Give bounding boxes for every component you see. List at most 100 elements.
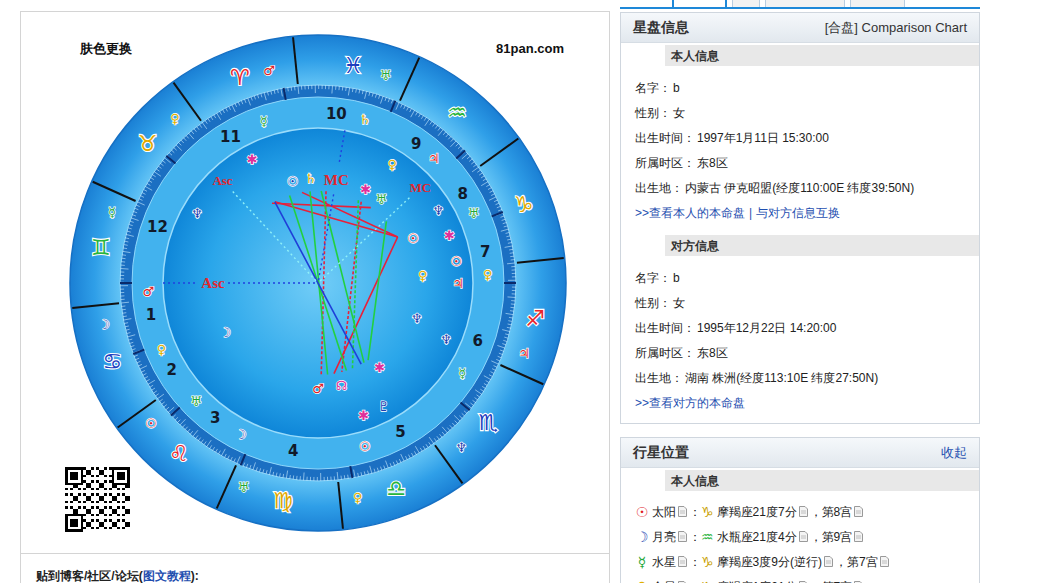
info-rows: 名字：b性别：女出生时间：1997年1月11日 15:30:00所属时区：东8区… <box>621 75 979 225</box>
box-header: 星盘信息[合盘] Comparison Chart <box>621 13 979 43</box>
info-label: 出生地： <box>635 179 683 197</box>
link-separator: | <box>749 204 752 222</box>
info-row: 名字：b <box>635 265 979 290</box>
info-value: 东8区 <box>697 344 728 362</box>
planet-icon: ☉ <box>634 505 650 519</box>
inner-planet: ✱ <box>247 152 258 167</box>
info-label: 性别： <box>635 104 671 122</box>
outer-planet: ♀ <box>170 111 180 126</box>
info-label: 出生地： <box>635 369 683 387</box>
planet-row: ☉太阳：♑摩羯座21度7分，第8宫 <box>634 499 979 524</box>
planet-icon: ☽ <box>634 530 650 544</box>
info-label: 名字： <box>635 79 671 97</box>
inner-planet: ♆ <box>432 203 444 218</box>
inner-planet: ✱ <box>358 408 369 423</box>
note-icon[interactable] <box>880 556 889 567</box>
info-row: 出生地：内蒙古 伊克昭盟(经度110:00E 纬度39:50N) <box>635 175 979 200</box>
inner-planet: ♂ <box>312 381 324 396</box>
qr-code-icon[interactable] <box>65 467 130 532</box>
info-row: 性别：女 <box>635 100 979 125</box>
tab[interactable] <box>765 0 845 7</box>
note-icon[interactable] <box>678 506 687 517</box>
outer-planet: ☉ <box>145 416 157 431</box>
note-icon[interactable] <box>854 581 863 583</box>
planet-position: 摩羯座21度7分 <box>717 503 797 521</box>
info-label: 性别： <box>635 294 671 312</box>
person-info: 本人信息名字：b性别：女出生时间：1997年1月11日 15:30:00所属时区… <box>621 45 979 225</box>
inner-disk <box>163 128 473 438</box>
info-link[interactable]: >>查看对方的本命盘 <box>635 394 745 412</box>
note-icon[interactable] <box>854 531 863 542</box>
chart-panel: ♈♉♊♋♌♍♎♏♐♑♒♓♂♅♀☿☽☉♅♀♆♃123456789101112♄☿♃… <box>20 11 610 583</box>
axis-label: Asc <box>212 173 232 188</box>
colon: ： <box>689 578 701 583</box>
info-label: 出生时间： <box>635 129 695 147</box>
inner-planet: ✱ <box>444 228 455 243</box>
info-row: 名字：b <box>635 75 979 100</box>
chart-wheel: ♈♉♊♋♌♍♎♏♐♑♒♓♂♅♀☿☽☉♅♀♆♃123456789101112♄☿♃… <box>68 33 568 533</box>
zodiac-sign: ♐ <box>525 306 545 331</box>
info-value: 东8区 <box>697 154 728 172</box>
inner-planet: ☉ <box>407 231 419 246</box>
zodiac-ring <box>70 35 566 531</box>
side-column: 星盘信息[合盘] Comparison Chart本人信息名字：b性别：女出生时… <box>620 0 980 583</box>
info-value: b <box>673 269 680 287</box>
inner-planet: ♆ <box>411 311 423 326</box>
info-label: 出生时间： <box>635 319 695 337</box>
house-planet: ♀ <box>483 267 493 282</box>
house-planet: ♂ <box>142 284 154 299</box>
inner-planet: ♄ <box>305 171 317 186</box>
colon: ： <box>689 528 701 546</box>
info-link[interactable]: 与对方信息互换 <box>756 204 840 222</box>
tab[interactable] <box>850 0 905 7</box>
inner-planet: ♃ <box>452 276 464 291</box>
section-subheader: 对方信息 <box>665 235 979 256</box>
planet-row: ♀金星：♑摩羯座1度21分，第7宫 <box>634 574 979 583</box>
tab[interactable] <box>732 0 760 7</box>
info-value: 内蒙古 伊克昭盟(经度110:00E 纬度39:50N) <box>685 179 914 197</box>
note-icon[interactable] <box>799 531 808 542</box>
section-subheader: 本人信息 <box>665 45 979 66</box>
zodiac-sign: ♓ <box>343 53 363 78</box>
note-icon[interactable] <box>678 556 687 567</box>
info-value: 女 <box>673 104 685 122</box>
zodiac-sign: ♉ <box>138 131 158 156</box>
info-label: 所属时区： <box>635 344 695 362</box>
tab[interactable] <box>672 0 727 7</box>
inner-planet: ♅ <box>375 192 387 207</box>
house-planet: ☿ <box>260 114 268 129</box>
inner-planet: ♀ <box>418 268 428 283</box>
house-number: 12 <box>147 218 168 236</box>
inner-planet: ☉ <box>287 174 299 189</box>
info-row: 性别：女 <box>635 290 979 315</box>
tutorial-link[interactable]: 图文教程 <box>143 569 191 583</box>
comma: ， <box>810 578 822 583</box>
outer-planet: ♅ <box>238 480 250 495</box>
note-icon[interactable] <box>799 581 808 583</box>
sign-icon: ♑ <box>701 505 714 519</box>
note-icon[interactable] <box>824 556 833 567</box>
collapse-link[interactable]: 收起 <box>941 443 967 463</box>
note-icon[interactable] <box>678 531 687 542</box>
planet-icon: ♀ <box>634 580 650 583</box>
comma: ， <box>810 528 822 546</box>
inner-planet: ✱ <box>374 360 385 375</box>
skin-link[interactable]: 肤色更换 <box>80 39 132 59</box>
house-planet: ♅ <box>467 206 479 221</box>
note-icon[interactable] <box>678 581 687 583</box>
house-number: 8 <box>458 185 468 203</box>
inner-planet: ☽ <box>219 325 231 340</box>
tab-strip <box>620 0 980 9</box>
site-name: 81pan.com <box>496 39 564 59</box>
outer-planet: ♅ <box>380 68 392 83</box>
zodiac-sign: ♑ <box>514 192 534 217</box>
note-icon[interactable] <box>799 506 808 517</box>
inner-planet: ✱ <box>360 182 371 197</box>
zodiac-sign: ♈ <box>230 65 250 90</box>
planet-name: 金星 <box>652 578 676 583</box>
note-icon[interactable] <box>854 506 863 517</box>
colon: ： <box>689 553 701 571</box>
info-link[interactable]: >>查看本人的本命盘 <box>635 204 745 222</box>
house-number: 10 <box>326 105 347 123</box>
planet-icon: ☿ <box>634 555 650 569</box>
